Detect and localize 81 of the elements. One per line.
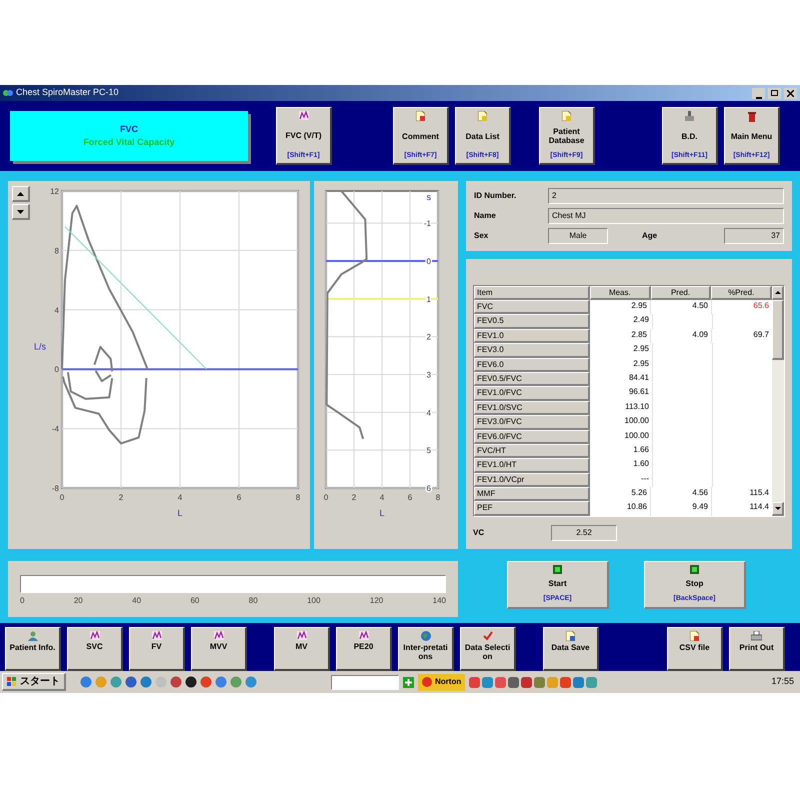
field-label: Age [642, 230, 658, 242]
table-cell: 113.10 [590, 400, 653, 416]
tick-label: 4 [178, 493, 182, 502]
tick-label: 2 [118, 493, 124, 502]
tick-label: 80 [248, 595, 258, 607]
tick-label: 3 [426, 370, 431, 380]
row-header: FEV1.0 [474, 328, 590, 344]
table-cell: 2.49 [590, 314, 653, 329]
tick-label: 0 [324, 493, 328, 502]
axis-label: L [178, 508, 182, 518]
tick-label: 100 [307, 595, 320, 607]
table-cell: 2.95 [590, 358, 653, 372]
table-cell: 4.56 [651, 487, 712, 502]
tick-label: 12 [50, 187, 59, 196]
row-header: PEF [474, 501, 590, 516]
tick-label: 120 [370, 595, 384, 607]
tick-label: 140 [432, 595, 446, 607]
tick-label: -4 [52, 424, 59, 434]
table-cell: 10.86 [590, 501, 651, 516]
tick-label: -8 [52, 484, 59, 493]
tick-label: 1 [426, 294, 431, 304]
axis-label: L [380, 508, 384, 518]
row-header: FEV0.5/FVC [474, 372, 590, 386]
tick-label: -1 [424, 219, 431, 228]
mode-subtitle: Forced Vital Capacity [83, 136, 175, 149]
table-cell-text: 65.6 [752, 300, 770, 312]
row-header: FEV0.5 [474, 314, 590, 329]
row-header: FEV6.0/FVC [474, 430, 590, 444]
row-header: FEV1.0/VCpr [474, 472, 590, 488]
tick-label: 0 [20, 595, 24, 607]
tick-label: 6 [408, 493, 412, 502]
tick-label: 2 [426, 332, 431, 342]
tick-label: 0 [60, 493, 64, 502]
table-cell-text: 114.4 [748, 501, 770, 514]
mode-title: FVC [120, 122, 138, 136]
axis-label: L/s [34, 342, 46, 352]
window-title: Chest SpiroMaster PC-10 [16, 86, 119, 100]
clock: 17:55 [771, 675, 795, 688]
row-header: FEV3.0/FVC [474, 415, 590, 430]
tick-label: 60 [190, 595, 200, 607]
row-header: FVC [474, 300, 590, 314]
table-cell: 2.95 [590, 300, 651, 314]
tick-label: 8 [54, 246, 59, 256]
row-header: FEV3.0 [474, 343, 590, 358]
table-cell: 5.26 [590, 487, 651, 502]
table-cell: 2.85 [590, 328, 651, 344]
table-cell: --- [590, 472, 653, 488]
tick-label: 6 [236, 493, 242, 502]
field-label: ID Number. [474, 190, 518, 202]
tick-label: 8 [436, 493, 440, 502]
row-header: FEV6.0 [474, 358, 590, 372]
tick-label: 0 [54, 365, 59, 374]
tick-label: 5 [426, 446, 431, 456]
table-cell: 9.49 [651, 501, 712, 516]
table-cell: 100.00 [590, 415, 653, 430]
axis-label: s [426, 192, 431, 202]
tick-label: 4 [426, 408, 431, 418]
table-cell: 96.61 [590, 386, 653, 401]
row-header: FVC/HT [474, 444, 590, 458]
tick-label: 20 [74, 595, 83, 607]
field-label: VC [473, 526, 486, 539]
table-cell: 2.95 [590, 343, 653, 358]
table-cell: 4.09 [651, 328, 712, 344]
table-cell: 100.00 [590, 430, 653, 444]
table-cell: 84.41 [590, 372, 653, 386]
table-cell-text: 69.7 [752, 328, 770, 341]
tick-label: 40 [132, 595, 142, 607]
field-label: Name [474, 210, 497, 222]
tick-label: 4 [54, 306, 59, 315]
table-cell: 1.60 [590, 458, 653, 473]
field-label: Sex [474, 230, 490, 242]
tick-label: 2 [352, 493, 356, 502]
row-header: FEV1.0/FVC [474, 386, 590, 401]
row-header: FEV1.0/SVC [474, 400, 590, 416]
table-cell-text: 115.4 [748, 487, 770, 500]
tick-label: 4 [380, 493, 384, 502]
row-header: FEV1.0/HT [474, 458, 590, 473]
row-header: MMF [474, 487, 590, 502]
table-cell: 1.66 [590, 444, 653, 458]
tick-label: 8 [296, 493, 300, 502]
table-cell: 4.50 [651, 300, 712, 314]
